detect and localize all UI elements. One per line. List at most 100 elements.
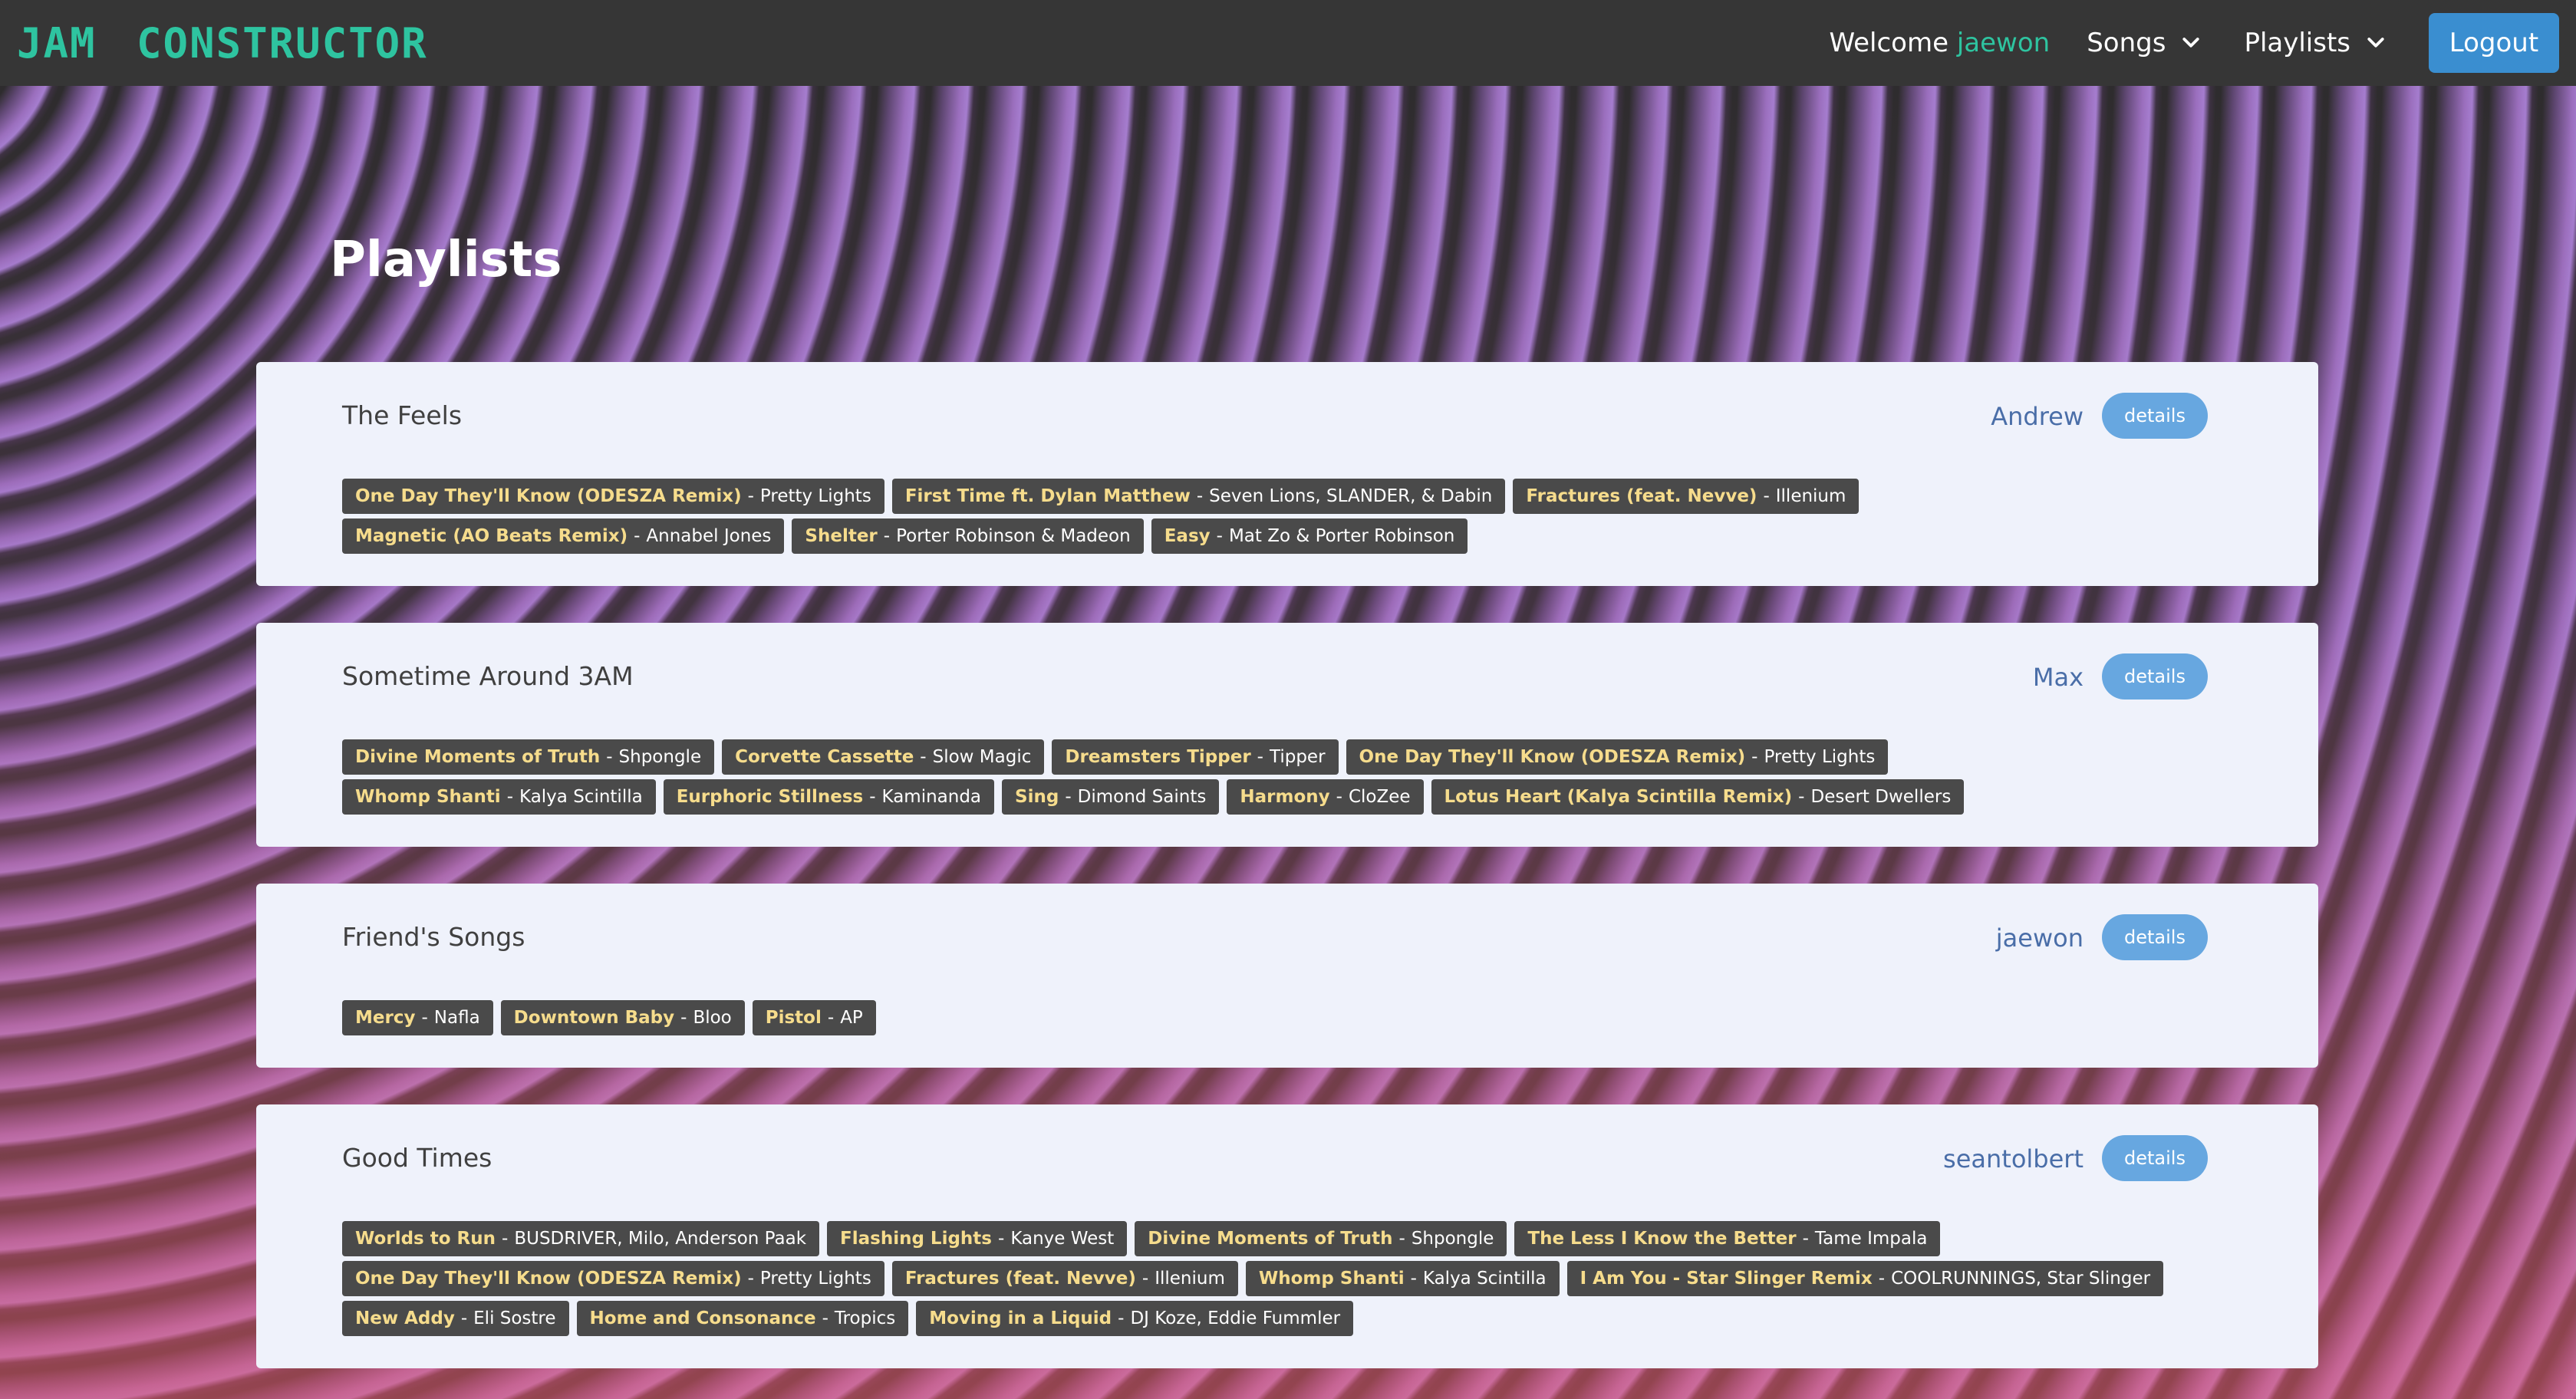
song-title: Dreamsters Tipper — [1065, 747, 1251, 767]
song-separator: - — [460, 1308, 468, 1328]
song-artist: Shpongle — [1411, 1229, 1494, 1249]
song-artist: DJ Koze, Eddie Fummler — [1130, 1308, 1341, 1328]
song-tag: Mercy - Nafla — [342, 1000, 493, 1035]
details-button[interactable]: details — [2102, 914, 2208, 960]
song-tag: Sing - Dimond Saints — [1002, 779, 1220, 815]
song-title: Easy — [1164, 526, 1211, 546]
song-tag-list: Divine Moments of Truth - Shpongle Corvette… — [342, 739, 2168, 815]
song-separator: - — [1065, 787, 1072, 807]
song-title: One Day They'll Know (ODESZA Remix) — [1359, 747, 1746, 767]
nav-right: Welcome jaewon Songs Playlists Logout — [1830, 0, 2576, 86]
song-title: Whomp Shanti — [355, 787, 501, 807]
playlist-name: Sometime Around 3AM — [342, 661, 634, 691]
song-tag: Shelter - Porter Robinson & Madeon — [792, 518, 1144, 554]
song-title: Harmony — [1240, 787, 1330, 807]
song-title: Moving in a Liquid — [929, 1308, 1112, 1328]
song-artist: Illenium — [1775, 486, 1846, 506]
navbar: JAM CONSTRUCTOR Welcome jaewon Songs Pla… — [0, 0, 2576, 86]
song-artist: Desert Dwellers — [1810, 787, 1952, 807]
song-tag: Moving in a Liquid - DJ Koze, Eddie Fummle… — [916, 1301, 1354, 1336]
song-artist: Annabel Jones — [646, 526, 772, 546]
song-separator: - — [827, 1008, 835, 1028]
chevron-down-icon — [2182, 38, 2200, 48]
song-separator: - — [747, 1269, 754, 1289]
song-title: Worlds to Run — [355, 1229, 496, 1249]
song-tag: Pistol - AP — [752, 1000, 876, 1035]
song-artist: Illenium — [1155, 1269, 1225, 1289]
song-tag: Whomp Shanti - Kalya Scintilla — [1245, 1261, 1560, 1296]
playlist-owner: jaewon — [1995, 923, 2084, 953]
song-tag: Dreamsters Tipper - Tipper — [1052, 739, 1339, 775]
playlist-owner: Andrew — [1991, 402, 2084, 431]
song-separator: - — [421, 1008, 428, 1028]
song-artist: Dimond Saints — [1077, 787, 1207, 807]
song-artist: Shpongle — [618, 747, 702, 767]
song-separator: - — [747, 486, 754, 506]
song-tag: Easy - Mat Zo & Porter Robinson — [1151, 518, 1468, 554]
song-tag: Corvette Cassette - Slow Magic — [722, 739, 1045, 775]
details-button[interactable]: details — [2102, 393, 2208, 439]
song-title: One Day They'll Know (ODESZA Remix) — [355, 486, 742, 506]
song-artist: Pretty Lights — [759, 486, 871, 506]
song-tag: One Day They'll Know (ODESZA Remix) - Pret… — [1346, 739, 1889, 775]
song-title: Sing — [1015, 787, 1059, 807]
song-separator: - — [822, 1308, 828, 1328]
song-tag: New Addy - Eli Sostre — [342, 1301, 569, 1336]
song-tag: Fractures (feat. Nevve) - Illenium — [891, 1261, 1238, 1296]
song-artist: BUSDRIVER, Milo, Anderson Paak — [514, 1229, 807, 1249]
song-title: Divine Moments of Truth — [355, 747, 601, 767]
song-title: Eurphoric Stillness — [676, 787, 864, 807]
song-artist: Porter Robinson & Madeon — [896, 526, 1131, 546]
song-artist: Pretty Lights — [1764, 747, 1876, 767]
song-tag-list: Worlds to Run - BUSDRIVER, Milo, Anderson … — [342, 1221, 2168, 1336]
playlist-card: Sometime Around 3AM Max details Divine Mome… — [256, 623, 2318, 847]
song-tag: Downtown Baby - Bloo — [500, 1000, 745, 1035]
song-artist: Seven Lions, SLANDER, & Dabin — [1209, 486, 1493, 506]
song-separator: - — [1802, 1229, 1809, 1249]
details-button[interactable]: details — [2102, 653, 2208, 700]
song-title: Home and Consonance — [589, 1308, 816, 1328]
song-artist: Bloo — [693, 1008, 732, 1028]
song-tag-list: Mercy - Nafla Downtown Baby - Bloo Pistol - AP — [342, 1000, 2168, 1035]
playlists-dropdown[interactable]: Playlists — [2244, 28, 2387, 58]
song-separator: - — [1410, 1269, 1417, 1289]
song-separator: - — [883, 526, 891, 546]
song-tag: Whomp Shanti - Kalya Scintilla — [342, 779, 656, 815]
song-separator: - — [1216, 526, 1223, 546]
logout-button[interactable]: Logout — [2429, 13, 2559, 73]
song-artist: Kalya Scintilla — [519, 787, 643, 807]
song-artist: Tipper — [1269, 747, 1326, 767]
song-separator: - — [606, 747, 613, 767]
welcome-label: Welcome — [1829, 28, 1949, 58]
playlist-name: Good Times — [342, 1143, 492, 1173]
song-tag: I Am You - Star Slinger Remix - COOLRUNNIN… — [1566, 1261, 2164, 1296]
songs-dropdown-label: Songs — [2087, 28, 2166, 58]
song-title: Mercy — [355, 1008, 416, 1028]
song-artist: Mat Zo & Porter Robinson — [1228, 526, 1455, 546]
song-tag: Divine Moments of Truth - Shpongle — [1135, 1221, 1507, 1256]
song-tag: Magnetic (AO Beats Remix) - Annabel Jones — [342, 518, 785, 554]
song-tag: Harmony - CloZee — [1227, 779, 1424, 815]
playlist-card: Good Times seantolbert details Worlds to Ru… — [256, 1104, 2318, 1368]
song-separator: - — [1798, 787, 1805, 807]
playlist-owner: seantolbert — [1943, 1144, 2084, 1174]
song-artist: Pretty Lights — [759, 1269, 871, 1289]
song-separator: - — [502, 1229, 509, 1249]
song-artist: Kaminanda — [881, 787, 982, 807]
song-title: I Am You - Star Slinger Remix — [1580, 1269, 1873, 1289]
playlist-card: Friend's Songs jaewon details Mercy - Nafla Do… — [256, 884, 2318, 1068]
playlist-card: The Feels Andrew details One Day They'll Kn… — [256, 362, 2318, 586]
details-button[interactable]: details — [2102, 1135, 2208, 1181]
song-title: Lotus Heart (Kalya Scintilla Remix) — [1444, 787, 1793, 807]
song-separator: - — [1141, 1269, 1149, 1289]
song-tag: Fractures (feat. Nevve) - Illenium — [1513, 479, 1860, 514]
song-title: Whomp Shanti — [1258, 1269, 1405, 1289]
song-separator: - — [506, 787, 514, 807]
songs-dropdown[interactable]: Songs — [2087, 28, 2202, 58]
brand-logo[interactable]: JAM CONSTRUCTOR — [17, 19, 428, 67]
song-separator: - — [1751, 747, 1758, 767]
playlists-dropdown-label: Playlists — [2244, 28, 2350, 58]
song-title: Fractures (feat. Nevve) — [1526, 486, 1757, 506]
song-separator: - — [998, 1229, 1005, 1249]
song-tag: First Time ft. Dylan Matthew - Seven Lions… — [891, 479, 1506, 514]
